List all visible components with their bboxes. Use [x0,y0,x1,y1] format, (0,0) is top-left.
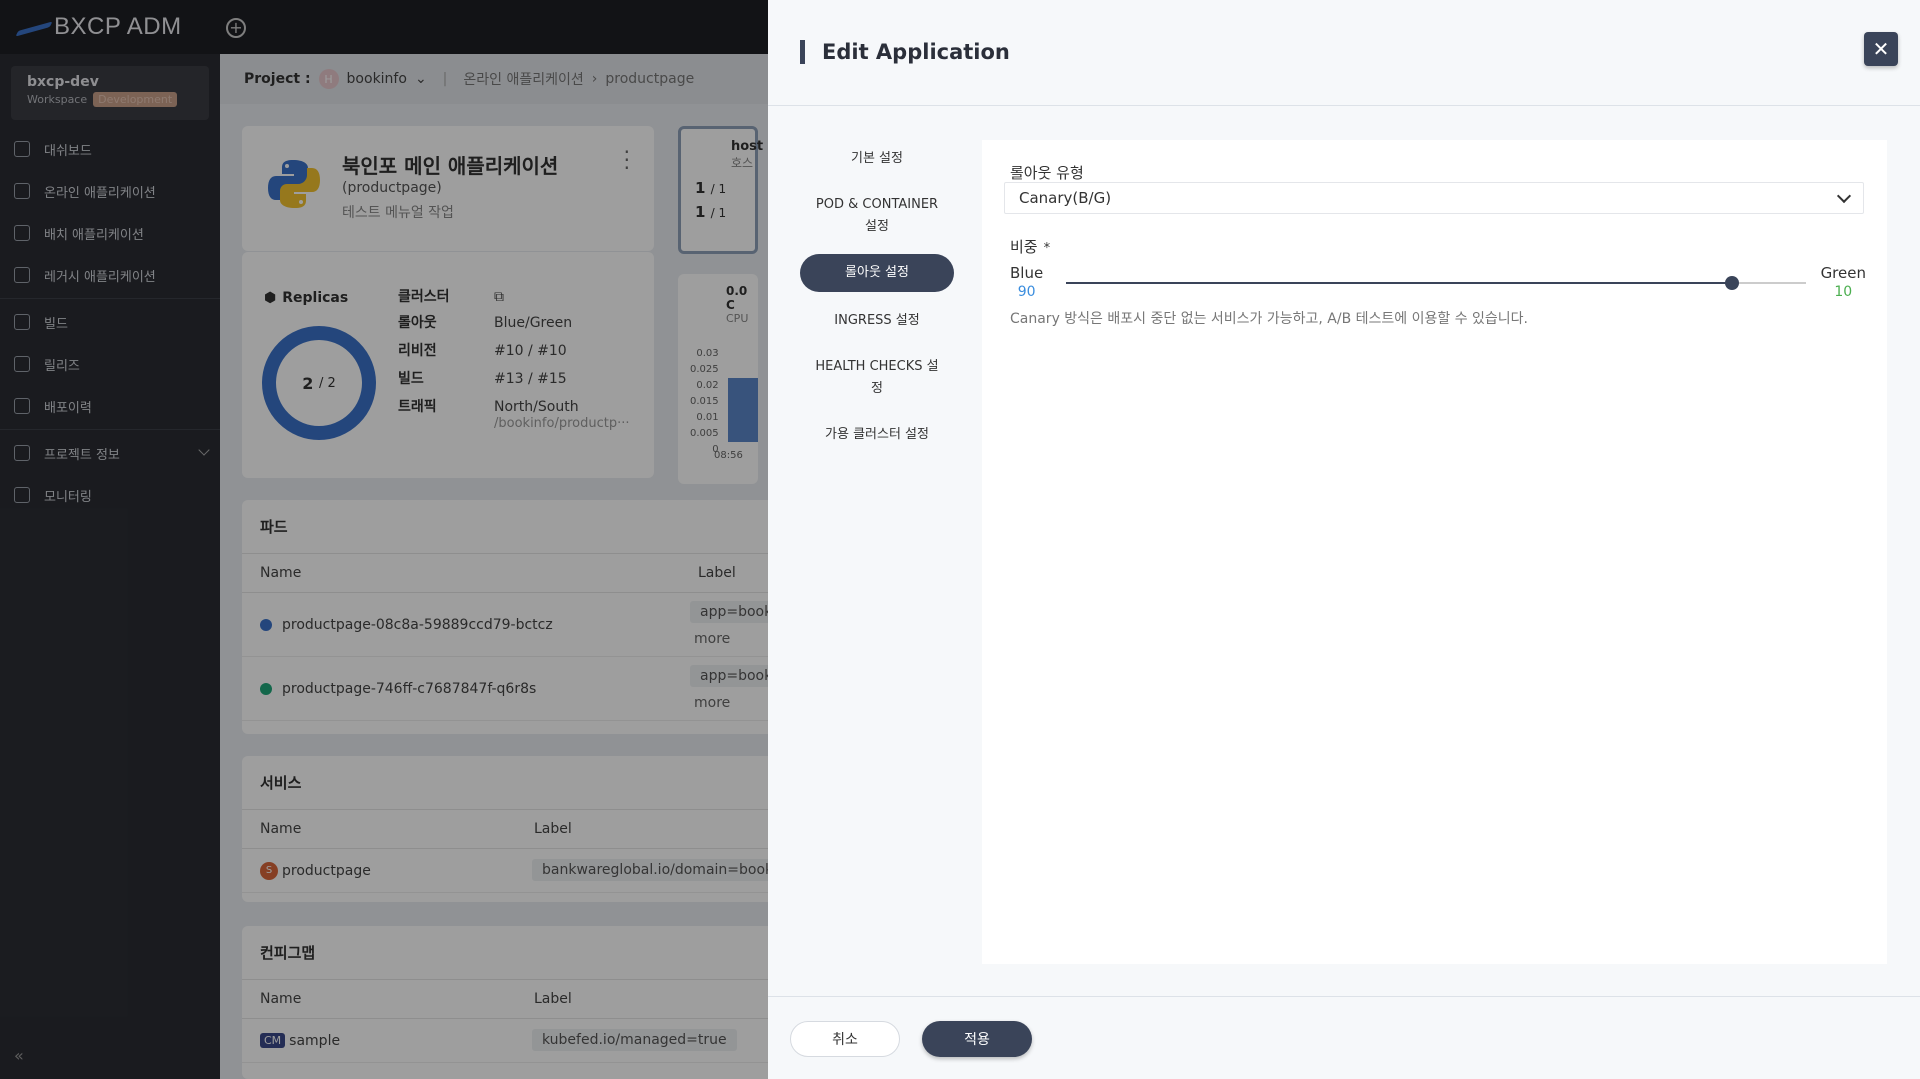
blue-label: Blue [1010,264,1044,282]
rollout-help-text: Canary 방식은 배포시 중단 없는 서비스가 가능하고, A/B 테스트에… [1010,311,1528,327]
drawer-title: Edit Application [800,40,1010,64]
rollout-type-value: Canary(B/G) [1019,189,1112,207]
drawer-header: Edit Application ✕ [768,0,1920,106]
rollout-type-label: 롤아웃 유형 [1010,164,1084,182]
weight-slider: Blue 90 Green 10 [1010,264,1866,308]
cancel-button[interactable]: 취소 [790,1021,900,1057]
blue-value: 90 [1017,284,1036,300]
menu-pod-container-settings[interactable]: POD & CONTAINER 설정 [800,188,954,244]
apply-button[interactable]: 적용 [922,1021,1032,1057]
chevron-down-icon [1836,188,1852,204]
settings-menu: 기본 설정 POD & CONTAINER 설정 롤아웃 설정 INGRESS … [800,140,954,464]
rollout-type-select[interactable]: Canary(B/G) [1004,182,1864,214]
menu-ingress-settings[interactable]: INGRESS 설정 [800,302,954,340]
rollout-form: 롤아웃 유형 Canary(B/G) 비중 * Blue 90 Green 10 Ca… [982,140,1887,964]
green-value: 10 [1834,284,1853,300]
slider-thumb[interactable] [1725,276,1739,290]
weight-label: 비중 * [1010,236,1050,257]
blue-weight: Blue 90 [1010,264,1043,300]
slider-fill [1066,282,1732,284]
menu-health-checks-settings[interactable]: HEALTH CHECKS 설정 [800,350,954,406]
weight-label-text: 비중 [1010,238,1038,256]
menu-cluster-settings[interactable]: 가용 클러스터 설정 [800,416,954,454]
menu-basic-settings[interactable]: 기본 설정 [800,140,954,178]
close-button[interactable]: ✕ [1864,32,1898,66]
menu-rollout-settings[interactable]: 롤아웃 설정 [800,254,954,292]
drawer-title-text: Edit Application [822,40,1010,64]
edit-application-drawer: Edit Application ✕ 기본 설정 POD & CONTAINER… [768,0,1920,1079]
drawer-footer: 취소 적용 [768,996,1920,1079]
slider-track[interactable] [1066,276,1806,290]
required-marker: * [1043,241,1051,256]
close-icon: ✕ [1872,37,1890,61]
green-label: Green [1820,264,1866,282]
green-weight: Green 10 [1821,264,1866,300]
